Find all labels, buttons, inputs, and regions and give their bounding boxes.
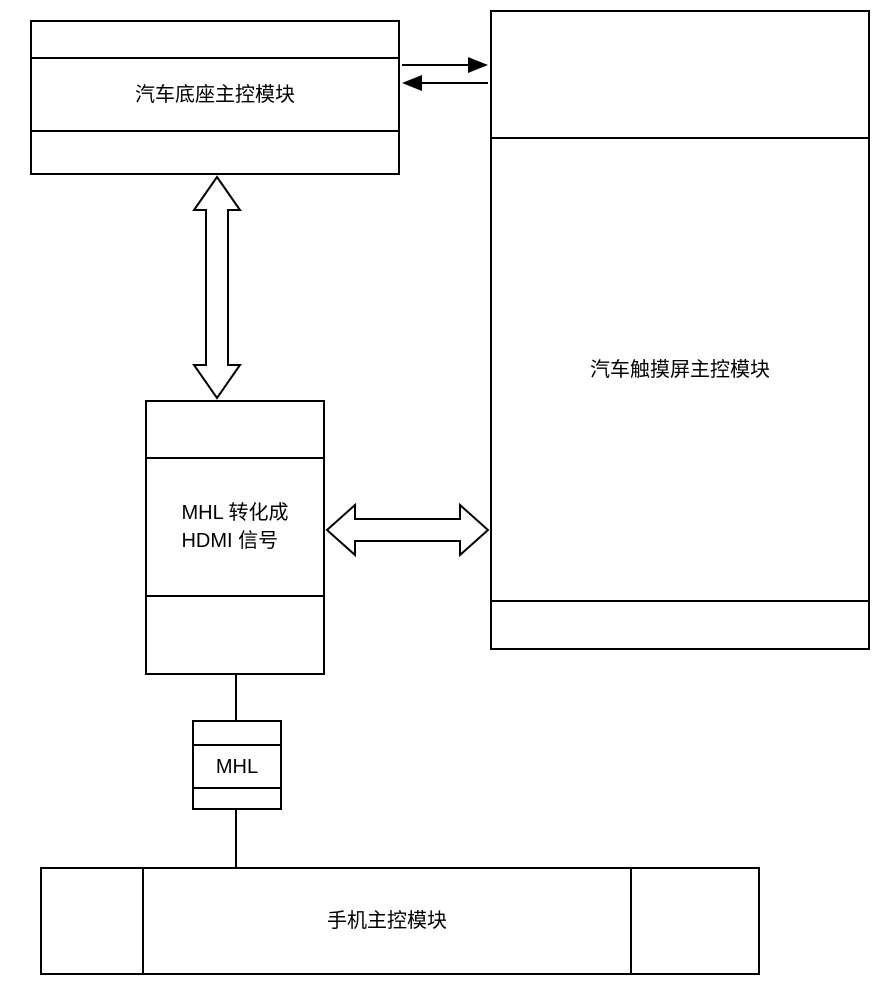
phone-controller-inner: 手机主控模块 xyxy=(142,867,632,975)
mhl-port-label: MHL xyxy=(216,753,258,781)
arrow-converter-to-touchscreen xyxy=(325,495,490,565)
phone-controller-label: 手机主控模块 xyxy=(327,907,447,935)
touchscreen-controller-label: 汽车触摸屏主控模块 xyxy=(590,356,770,384)
line-mhl-to-phone xyxy=(234,810,238,867)
phone-controller-box: 手机主控模块 xyxy=(40,867,760,975)
mhl-port-box: MHL xyxy=(192,720,282,810)
line-converter-to-mhl xyxy=(234,675,238,720)
arrow-base-to-touchscreen xyxy=(400,55,490,95)
base-controller-label: 汽车底座主控模块 xyxy=(135,81,295,109)
touchscreen-controller-box: 汽车触摸屏主控模块 xyxy=(490,10,870,650)
mhl-port-inner: MHL xyxy=(192,744,282,789)
arrow-base-to-converter xyxy=(182,175,252,400)
mhl-converter-label: MHL 转化成 HDMI 信号 xyxy=(181,499,288,555)
touchscreen-controller-inner: 汽车触摸屏主控模块 xyxy=(490,137,870,602)
base-controller-box: 汽车底座主控模块 xyxy=(30,20,400,175)
mhl-converter-box: MHL 转化成 HDMI 信号 xyxy=(145,400,325,675)
mhl-converter-inner: MHL 转化成 HDMI 信号 xyxy=(145,457,325,597)
base-controller-inner: 汽车底座主控模块 xyxy=(30,57,400,132)
